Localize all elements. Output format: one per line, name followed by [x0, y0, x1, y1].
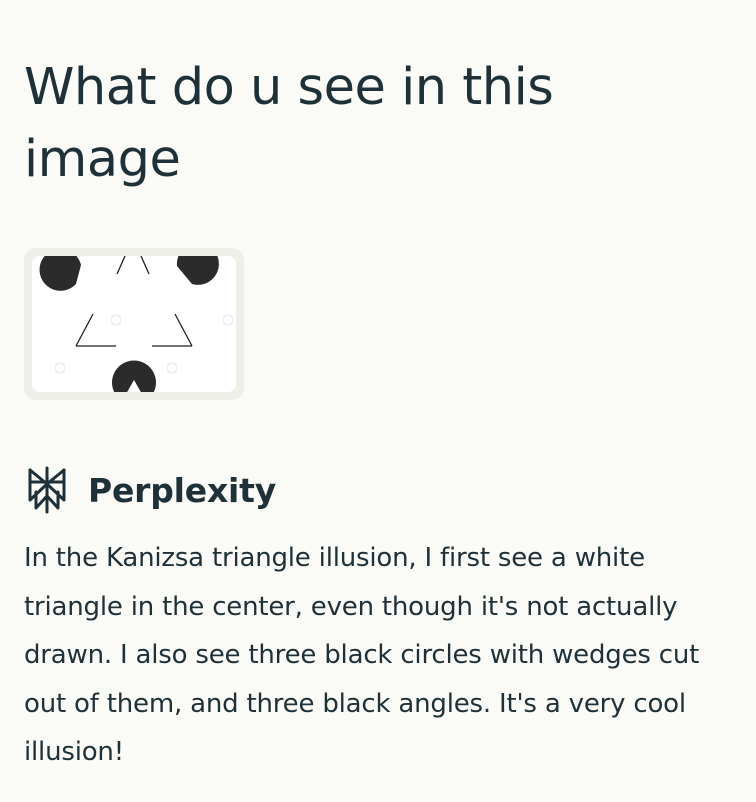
triangle-angle-lines: [75, 256, 193, 347]
question-title: What do u see in this image: [24, 58, 554, 189]
attached-image-thumbnail[interactable]: [24, 248, 244, 400]
kanizsa-illustration: [39, 256, 234, 392]
perplexity-logo-icon: [28, 466, 66, 514]
pacman-circle-right: [176, 256, 219, 285]
pacman-circle-bottom: [112, 360, 156, 392]
pacman-circle-left: [39, 256, 81, 291]
answer-source-header: Perplexity: [26, 466, 276, 514]
answer-source-name: Perplexity: [88, 470, 277, 510]
kanizsa-triangle-image: [32, 256, 236, 392]
answer-text: In the Kanizsa triangle illusion, I firs…: [24, 543, 700, 767]
